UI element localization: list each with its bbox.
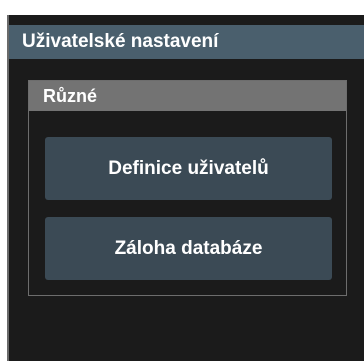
window-title: Uživatelské nastavení bbox=[9, 25, 364, 59]
misc-group: Různé Definice uživatelů Záloha databáze bbox=[28, 80, 347, 296]
user-definitions-button[interactable]: Definice uživatelů bbox=[45, 137, 332, 200]
settings-window: Uživatelské nastavení Různé Definice uži… bbox=[7, 15, 364, 361]
group-header: Různé bbox=[29, 81, 346, 111]
database-backup-button[interactable]: Záloha databáze bbox=[45, 217, 332, 280]
